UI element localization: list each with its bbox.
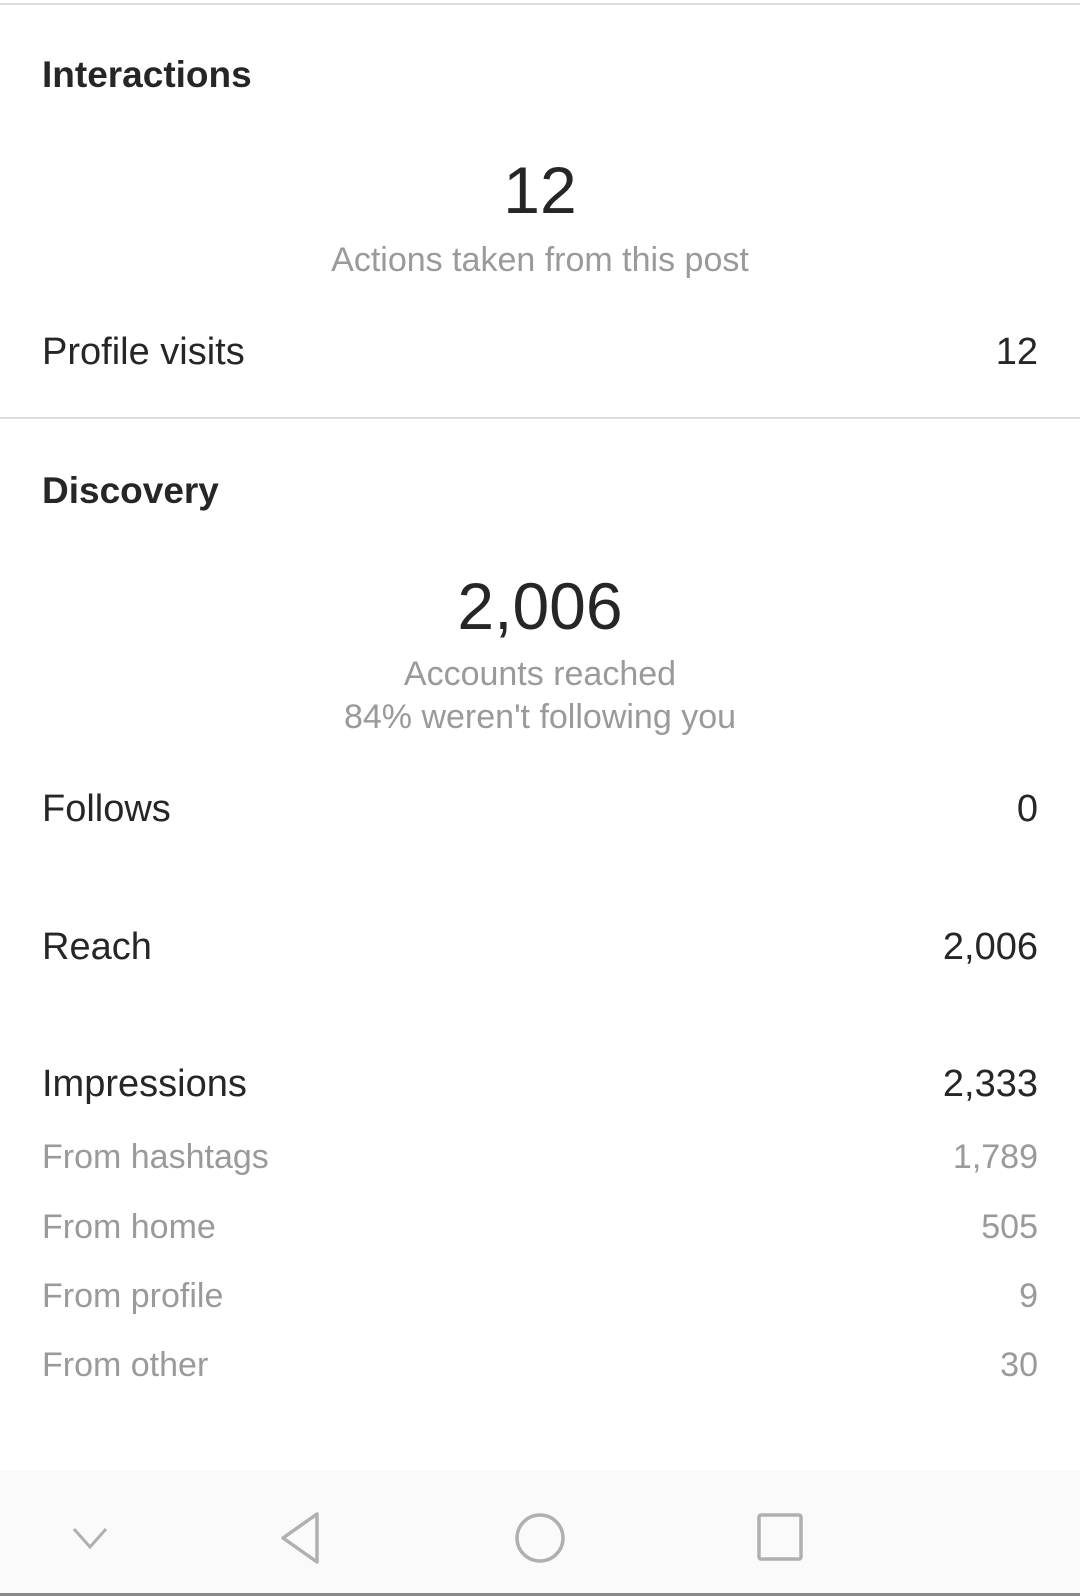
source-row-hashtags: From hashtags 1,789 — [42, 1132, 1038, 1182]
back-icon — [281, 1512, 319, 1564]
home-icon — [515, 1513, 565, 1563]
stat-row-impressions: Impressions 2,333 — [42, 1059, 1038, 1109]
stat-value: 2,006 — [942, 926, 1038, 968]
source-row-home: From home 505 — [42, 1202, 1038, 1252]
discovery-total-label: Accounts reached — [403, 655, 677, 693]
source-label: From other — [42, 1346, 209, 1384]
hide-nav-button[interactable] — [60, 1508, 120, 1568]
source-label: From home — [42, 1208, 216, 1246]
stat-label: Reach — [42, 926, 152, 968]
discovery-total: 2,006 — [457, 569, 623, 643]
home-button[interactable] — [510, 1508, 570, 1568]
stat-label: Profile visits — [42, 331, 245, 373]
system-navigation-bar — [0, 1470, 1080, 1594]
source-label: From profile — [42, 1277, 224, 1315]
source-row-other: From other 30 — [42, 1340, 1038, 1390]
section-divider — [0, 417, 1080, 419]
back-button[interactable] — [270, 1508, 330, 1568]
discovery-heading: Discovery — [42, 470, 219, 511]
stat-label: Impressions — [42, 1063, 247, 1105]
source-value: 30 — [1000, 1346, 1038, 1384]
top-divider — [0, 3, 1080, 5]
source-value: 505 — [981, 1208, 1038, 1246]
stat-row-follows: Follows 0 — [42, 784, 1038, 834]
stat-label: Follows — [42, 788, 171, 830]
stat-value: 2,333 — [942, 1063, 1038, 1105]
interactions-total-label: Actions taken from this post — [331, 241, 749, 279]
stat-value: 12 — [995, 331, 1038, 373]
stat-row-profile-visits: Profile visits 12 — [42, 327, 1038, 377]
interactions-heading: Interactions — [42, 54, 252, 95]
recents-icon — [757, 1513, 803, 1561]
source-row-profile: From profile 9 — [42, 1271, 1038, 1321]
source-value: 1,789 — [952, 1138, 1038, 1176]
source-value: 9 — [1019, 1277, 1038, 1315]
stat-value: 0 — [1016, 788, 1038, 830]
source-label: From hashtags — [42, 1138, 269, 1176]
recents-button[interactable] — [750, 1508, 810, 1568]
stat-row-reach: Reach 2,006 — [42, 922, 1038, 972]
interactions-total: 12 — [503, 153, 577, 227]
chevron-down-icon — [72, 1528, 108, 1550]
discovery-total-sublabel: 84% weren't following you — [343, 698, 737, 736]
